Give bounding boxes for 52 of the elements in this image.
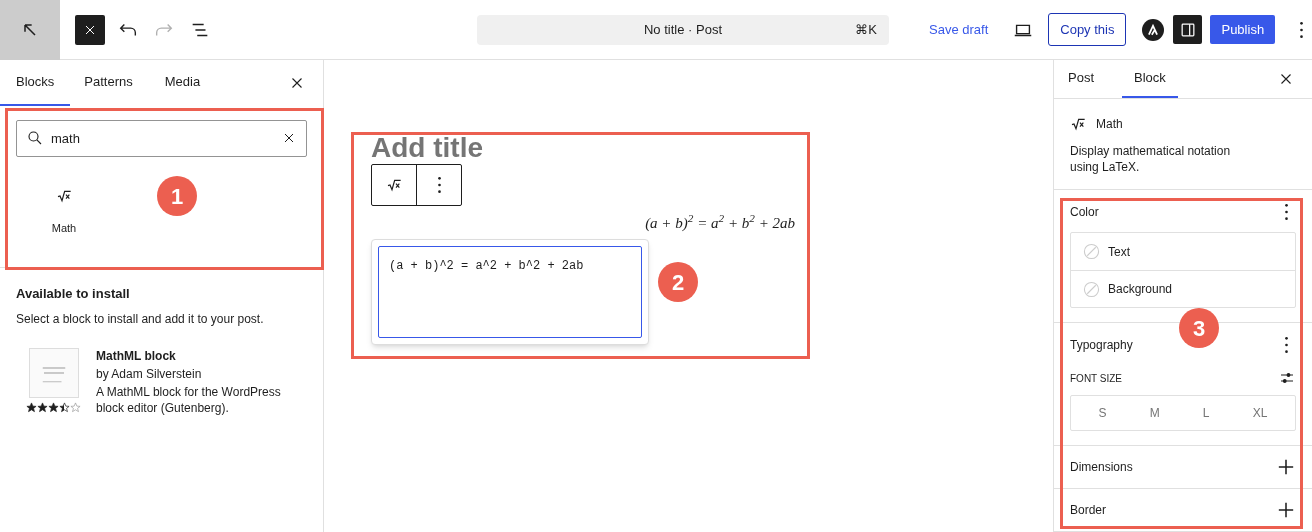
title-placeholder[interactable]: Add title bbox=[371, 132, 483, 164]
search-icon bbox=[26, 129, 44, 147]
inserter-tab[interactable]: Patterns bbox=[68, 60, 149, 106]
callout-number: 3 bbox=[1179, 308, 1219, 348]
more-vertical-icon bbox=[1299, 21, 1303, 38]
math-formula: (a + b)$^{2}$ = a$^{2}$ + b$^{2}$ + 2ab bbox=[644, 212, 795, 233]
font-size-option[interactable]: L bbox=[1192, 404, 1220, 422]
font-size-option[interactable]: M bbox=[1139, 404, 1170, 422]
inserter-tab[interactable]: Media bbox=[148, 60, 217, 106]
search-field[interactable]: math bbox=[16, 120, 307, 157]
plugin-description: A MathML block for the WordPress block editor (Gutenberg). bbox=[96, 383, 282, 416]
expand-panel-button[interactable] bbox=[1276, 457, 1296, 477]
panel-title: Dimensions bbox=[1070, 459, 1133, 476]
more-vertical-icon bbox=[1284, 337, 1288, 353]
font-size-option[interactable]: XL bbox=[1242, 404, 1278, 422]
more-vertical-icon bbox=[1284, 204, 1288, 220]
plus-icon bbox=[1278, 459, 1294, 475]
color-option[interactable]: Text bbox=[1071, 233, 1295, 270]
block-result-item[interactable]: Math bbox=[22, 167, 106, 257]
font-size-label: FONT SIZE bbox=[1070, 371, 1123, 386]
plus-icon bbox=[1278, 502, 1294, 518]
block-name: Math bbox=[1096, 116, 1123, 133]
latex-input[interactable]: (a + b)^2 = a^2 + b^2 + 2ab bbox=[378, 245, 642, 338]
section-description: Select a block to install and add it to your post. bbox=[16, 310, 265, 328]
mountain-logo-icon bbox=[1146, 22, 1161, 37]
color-option[interactable]: Background bbox=[1071, 270, 1295, 307]
copy-button[interactable]: Copy this bbox=[1048, 13, 1127, 46]
settings-tab[interactable]: Post bbox=[1056, 60, 1106, 98]
no-color-swatch-icon bbox=[1083, 243, 1100, 260]
square-root-icon bbox=[1070, 116, 1086, 132]
callout-number: 1 bbox=[157, 176, 197, 216]
panel-title: Typography bbox=[1070, 337, 1133, 354]
inserter-tab[interactable]: Blocks bbox=[0, 60, 71, 106]
section-heading: Available to install bbox=[16, 285, 131, 303]
expand-panel-button[interactable] bbox=[1276, 500, 1296, 520]
panel-title: Color bbox=[1070, 204, 1099, 221]
panel-title: Border bbox=[1070, 502, 1107, 519]
block-description: Display mathematical notation using LaTeX. bbox=[1070, 143, 1232, 175]
square-root-icon bbox=[386, 177, 402, 193]
font-size-option[interactable]: S bbox=[1088, 404, 1117, 422]
settings-toggle-button[interactable] bbox=[1173, 15, 1203, 44]
save-draft-button[interactable]: Save draft bbox=[929, 19, 989, 40]
close-inserter-button[interactable] bbox=[75, 14, 105, 45]
callout-number: 2 bbox=[658, 262, 698, 302]
publish-button[interactable]: Publish bbox=[1210, 15, 1276, 44]
plugin-name: MathML block bbox=[96, 347, 177, 364]
no-color-swatch-icon bbox=[1083, 280, 1100, 298]
command-bar[interactable]: No title · Post ⌘K bbox=[477, 14, 889, 45]
settings-tab[interactable]: Block bbox=[1122, 60, 1178, 98]
plugin-author: by Adam Silverstein bbox=[96, 365, 203, 382]
more-vertical-icon bbox=[437, 177, 441, 193]
plugin-logo-button[interactable] bbox=[1142, 18, 1165, 41]
